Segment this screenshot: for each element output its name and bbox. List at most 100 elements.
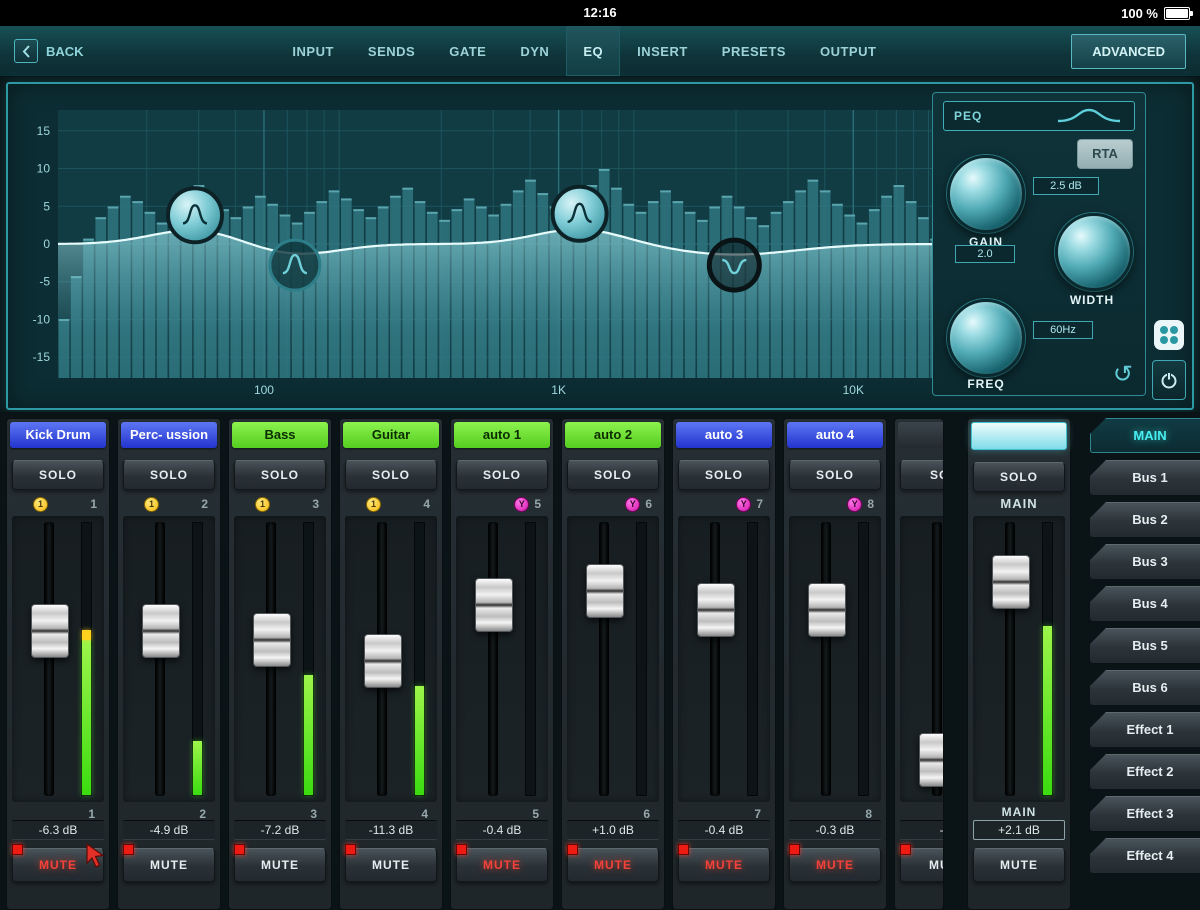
bus-button-bus-1[interactable]: Bus 1 xyxy=(1090,460,1200,495)
fader-handle[interactable] xyxy=(364,634,402,689)
battery-icon xyxy=(1164,6,1193,20)
mute-button[interactable]: MUTE xyxy=(345,848,437,882)
freq-label: FREQ xyxy=(967,377,1005,391)
eq-panel: 15 10 5 0 -5 -10 -15 100 1K 10K PEQ RTA GAIN 2.5 … xyxy=(6,82,1194,410)
mute-led xyxy=(900,844,911,855)
bus-button-main[interactable]: MAIN xyxy=(1090,418,1200,453)
bus-button-effect-2[interactable]: Effect 2 xyxy=(1090,754,1200,789)
eq-graph[interactable]: 15 10 5 0 -5 -10 -15 100 1K 10K xyxy=(12,88,960,402)
bus-button-effect-3[interactable]: Effect 3 xyxy=(1090,796,1200,831)
bus-button-effect-4[interactable]: Effect 4 xyxy=(1090,838,1200,873)
svg-text:-10: -10 xyxy=(33,312,51,326)
fader-track[interactable] xyxy=(599,522,609,796)
channel-name-label[interactable]: auto 1 xyxy=(454,422,550,448)
fader-handle[interactable] xyxy=(697,582,735,637)
solo-button[interactable]: SOLO xyxy=(234,460,326,490)
channel-name-label[interactable]: auto 2 xyxy=(565,422,661,448)
tab-sends[interactable]: SENDS xyxy=(351,26,432,76)
solo-button[interactable]: SOLO xyxy=(789,460,881,490)
gain-knob[interactable] xyxy=(947,155,1025,233)
tab-output[interactable]: OUTPUT xyxy=(803,26,893,76)
db-readout: -11.3 dB xyxy=(345,820,437,840)
channel-number-bottom: 6 xyxy=(643,807,650,821)
mute-button[interactable]: MUTE xyxy=(789,848,881,882)
bus-button-bus-5[interactable]: Bus 5 xyxy=(1090,628,1200,663)
fader-track[interactable] xyxy=(488,522,498,796)
eq-handle-2[interactable] xyxy=(268,238,322,292)
channel-badge-row: 1 4 xyxy=(342,496,440,512)
svg-text:10K: 10K xyxy=(843,383,864,397)
mute-led xyxy=(456,844,467,855)
fader-handle[interactable] xyxy=(919,732,943,787)
channel-name-label[interactable]: auto 4 xyxy=(787,422,883,448)
fader-track[interactable] xyxy=(44,522,54,796)
solo-button[interactable]: SOLO xyxy=(12,460,104,490)
freq-knob[interactable] xyxy=(947,299,1025,377)
tab-input[interactable]: INPUT xyxy=(275,26,351,76)
fader-handle[interactable] xyxy=(475,578,513,633)
channel-strip: auto 2 SOLO Y 6 6 +1.0 dB MUTE xyxy=(561,418,665,910)
main-fader-handle[interactable] xyxy=(992,554,1030,609)
fader-handle[interactable] xyxy=(586,564,624,619)
fader-track[interactable] xyxy=(821,522,831,796)
channel-name-label[interactable]: auto 3 xyxy=(676,422,772,448)
advanced-button[interactable]: ADVANCED xyxy=(1071,33,1186,69)
solo-button[interactable]: SOLO xyxy=(678,460,770,490)
eq-handle-4[interactable] xyxy=(706,237,762,293)
level-meter xyxy=(747,522,758,796)
tab-presets[interactable]: PRESETS xyxy=(705,26,803,76)
channel-name-label[interactable]: Kick Drum xyxy=(10,422,106,448)
peq-label: PEQ xyxy=(954,109,983,123)
solo-button[interactable]: SOLO xyxy=(900,460,943,490)
solo-button[interactable]: SOLO xyxy=(567,460,659,490)
channel-badge-row: 1 1 xyxy=(9,496,107,512)
eq-handle-1[interactable] xyxy=(166,186,224,245)
back-button[interactable]: BACK xyxy=(0,26,98,76)
mute-button[interactable]: MUTE xyxy=(678,848,770,882)
channel-name-label[interactable]: Perc- ussion xyxy=(121,422,217,448)
peq-type-selector[interactable]: PEQ xyxy=(943,101,1135,131)
fader-handle[interactable] xyxy=(142,603,180,658)
eq-handle-3[interactable] xyxy=(550,184,609,243)
width-knob[interactable] xyxy=(1055,213,1133,291)
reset-icon[interactable]: ↺ xyxy=(1113,363,1133,387)
channel-strips: Kick Drum SOLO 1 1 1 -6.3 dB MUTE Perc- … xyxy=(6,418,951,910)
fader-track[interactable] xyxy=(155,522,165,796)
fader-handle[interactable] xyxy=(808,582,846,637)
fader-handle[interactable] xyxy=(31,603,69,658)
tab-eq[interactable]: EQ xyxy=(566,26,621,76)
channel-name-label[interactable]: Guitar xyxy=(343,422,439,448)
dots-icon[interactable] xyxy=(1154,320,1184,350)
channel-number: 1 xyxy=(90,497,97,511)
fader-area xyxy=(345,516,437,802)
bus-button-bus-6[interactable]: Bus 6 xyxy=(1090,670,1200,705)
power-button[interactable] xyxy=(1152,360,1186,400)
solo-button[interactable]: SOLO xyxy=(123,460,215,490)
rta-button[interactable]: RTA xyxy=(1077,139,1133,169)
bus-button-effect-1[interactable]: Effect 1 xyxy=(1090,712,1200,747)
mute-button[interactable]: MUTE xyxy=(234,848,326,882)
solo-button[interactable]: SOLO xyxy=(456,460,548,490)
fader-track[interactable] xyxy=(710,522,720,796)
mute-button[interactable]: MUTE xyxy=(123,848,215,882)
width-label: WIDTH xyxy=(1069,293,1115,307)
mute-button[interactable]: MUTE xyxy=(456,848,548,882)
channel-name-label[interactable]: Bass xyxy=(232,422,328,448)
fader-handle[interactable] xyxy=(253,613,291,668)
main-mute-button[interactable]: MUTE xyxy=(973,848,1065,882)
bus-button-bus-4[interactable]: Bus 4 xyxy=(1090,586,1200,621)
channel-number: 6 xyxy=(645,497,652,511)
solo-button[interactable]: SOLO xyxy=(345,460,437,490)
channel-name-label[interactable] xyxy=(898,422,943,448)
svg-text:10: 10 xyxy=(37,162,51,176)
channel-badge: 1 xyxy=(33,496,48,512)
mute-led xyxy=(123,844,134,855)
bus-button-bus-3[interactable]: Bus 3 xyxy=(1090,544,1200,579)
main-scribble-strip[interactable] xyxy=(971,422,1067,450)
tab-dyn[interactable]: DYN xyxy=(503,26,566,76)
tab-insert[interactable]: INSERT xyxy=(620,26,705,76)
main-solo-button[interactable]: SOLO xyxy=(973,462,1065,492)
tab-gate[interactable]: GATE xyxy=(432,26,503,76)
bus-button-bus-2[interactable]: Bus 2 xyxy=(1090,502,1200,537)
mute-button[interactable]: MUTE xyxy=(567,848,659,882)
